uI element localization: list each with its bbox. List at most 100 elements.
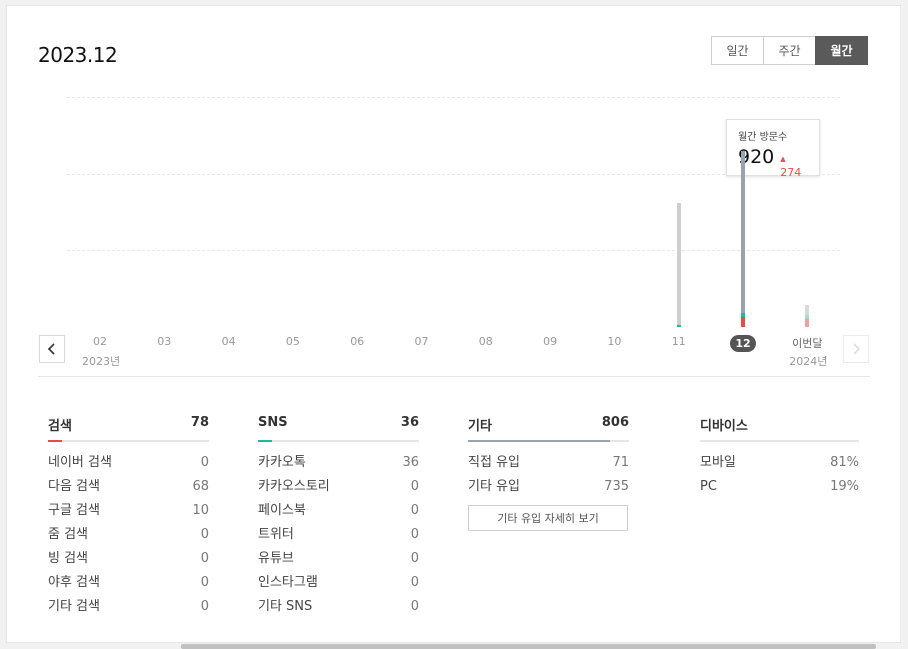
x-tick-label[interactable]: 04 xyxy=(209,335,249,348)
search-row-label: 줌 검색 xyxy=(48,527,89,542)
grid-line xyxy=(67,174,840,175)
etc-share-bar xyxy=(468,440,629,442)
next-month-button[interactable] xyxy=(843,335,869,363)
chart-bar[interactable] xyxy=(676,203,681,327)
sns-row-label: 기타 SNS xyxy=(258,599,313,614)
sns-row-label: 카카오스토리 xyxy=(258,479,330,494)
search-share-bar xyxy=(48,440,209,442)
sns-row-label: 트위터 xyxy=(258,527,294,542)
chevron-left-icon xyxy=(47,343,55,355)
tooltip-delta: 274 xyxy=(780,166,802,179)
x-tick-label[interactable]: 05 xyxy=(273,335,313,348)
horizontal-scrollbar[interactable] xyxy=(181,644,876,649)
year-label: 2023년 xyxy=(82,355,121,368)
search-row-value: 10 xyxy=(192,503,209,518)
search-title: 검색 xyxy=(48,419,72,434)
sns-row: 페이스북 0 xyxy=(258,502,419,526)
sns-share-bar xyxy=(258,440,419,442)
device-row-label: PC xyxy=(700,479,717,494)
x-tick-text: 11 xyxy=(671,335,686,348)
etc-row: 기타 유입 735 xyxy=(468,478,629,502)
search-row-value: 0 xyxy=(200,551,209,566)
x-tick-text: 06 xyxy=(350,335,365,348)
x-tick-text: 이번달 xyxy=(792,337,823,350)
x-tick-text: 07 xyxy=(414,335,429,348)
sns-row-value: 0 xyxy=(410,479,419,494)
chart-bar[interactable] xyxy=(741,150,745,327)
sns-row-value: 0 xyxy=(410,527,419,542)
x-tick-label[interactable]: 10 xyxy=(594,335,634,348)
monthly-visits-chart: 월간 방문수 920 ▲ 274 02 03 04 05 06 07 08 09 10 11 12 이… xyxy=(7,6,902,386)
x-tick-label[interactable]: 07 xyxy=(402,335,442,348)
search-row: 구글 검색 10 xyxy=(48,502,209,526)
device-row-value: 19% xyxy=(830,479,859,494)
section-divider xyxy=(38,376,870,377)
device-row: 모바일 81% xyxy=(700,454,859,478)
search-row-label: 기타 검색 xyxy=(48,599,100,614)
year-label: 2024년 xyxy=(789,355,828,368)
x-tick-text: 03 xyxy=(157,335,172,348)
device-stats: 디바이스 모바일 81% PC 19% xyxy=(700,415,859,502)
x-tick-text: 04 xyxy=(221,335,236,348)
x-tick-label[interactable]: 09 xyxy=(530,335,570,348)
search-row: 다음 검색 68 xyxy=(48,478,209,502)
sns-row-label: 페이스북 xyxy=(258,503,306,518)
etc-detail-button[interactable]: 기타 유입 자세히 보기 xyxy=(468,505,628,531)
etc-row-label: 기타 유입 xyxy=(468,479,520,494)
x-tick-text: 09 xyxy=(543,335,558,348)
search-row-label: 네이버 검색 xyxy=(48,455,112,470)
etc-total: 806 xyxy=(601,415,629,430)
etc-row-label: 직접 유입 xyxy=(468,455,520,470)
x-tick-label[interactable]: 06 xyxy=(337,335,377,348)
x-tick-label[interactable]: 12 xyxy=(723,335,763,352)
device-row-label: 모바일 xyxy=(700,455,736,470)
search-row: 네이버 검색 0 xyxy=(48,454,209,478)
search-row: 기타 검색 0 xyxy=(48,598,209,622)
x-tick-label[interactable]: 03 xyxy=(144,335,184,348)
sns-row-value: 0 xyxy=(410,599,419,614)
x-tick-label[interactable]: 02 xyxy=(80,335,120,348)
x-tick-label[interactable]: 이번달 xyxy=(787,335,827,351)
search-row-value: 0 xyxy=(200,599,209,614)
etc-share-fill xyxy=(468,440,610,442)
grid-line xyxy=(67,97,840,98)
search-row-label: 다음 검색 xyxy=(48,479,100,494)
search-row-value: 0 xyxy=(200,455,209,470)
sns-total: 36 xyxy=(400,415,419,430)
search-row: 줌 검색 0 xyxy=(48,526,209,550)
sns-row-label: 카카오톡 xyxy=(258,455,306,470)
sns-row: 트위터 0 xyxy=(258,526,419,550)
x-tick-text: 02 xyxy=(93,335,107,348)
sns-title: SNS xyxy=(258,415,288,430)
sns-row: 유튜브 0 xyxy=(258,550,419,574)
etc-stats: 기타 806 직접 유입 71 기타 유입 735 기타 유입 자세히 보기 xyxy=(468,415,629,531)
etc-title: 기타 xyxy=(468,419,492,434)
x-tick-text: 10 xyxy=(607,335,622,348)
search-row: 빙 검색 0 xyxy=(48,550,209,574)
search-row: 야후 검색 0 xyxy=(48,574,209,598)
sns-share-fill xyxy=(258,440,273,442)
search-row-label: 야후 검색 xyxy=(48,575,100,590)
search-row-label: 빙 검색 xyxy=(48,551,89,566)
device-row: PC 19% xyxy=(700,478,859,502)
stats-card: 2023.12 일간 주간 월간 월간 방문수 920 ▲ 274 02 03 04… xyxy=(6,5,901,643)
sns-row: 카카오톡 36 xyxy=(258,454,419,478)
search-share-fill xyxy=(48,440,63,442)
tooltip-label: 월간 방문수 xyxy=(738,132,788,143)
search-stats: 검색 78 네이버 검색 0 다음 검색 68 구글 검색 10 줌 검색 0 빙 검색 0 야후 … xyxy=(48,415,209,622)
x-tick-text: 08 xyxy=(478,335,493,348)
sns-row-value: 0 xyxy=(410,575,419,590)
sns-row-label: 유튜브 xyxy=(258,551,294,566)
increase-arrow-icon: ▲ xyxy=(780,155,786,163)
search-row-value: 0 xyxy=(200,575,209,590)
device-divider xyxy=(700,440,859,442)
device-row-value: 81% xyxy=(830,455,859,470)
x-tick-label[interactable]: 11 xyxy=(659,335,699,348)
chart-bar[interactable] xyxy=(805,304,810,327)
search-row-value: 68 xyxy=(192,479,209,494)
x-tick-text: 05 xyxy=(285,335,300,348)
etc-row-value: 735 xyxy=(604,479,629,494)
x-tick-label[interactable]: 08 xyxy=(466,335,506,348)
prev-month-button[interactable] xyxy=(39,335,65,363)
search-total: 78 xyxy=(190,415,209,430)
